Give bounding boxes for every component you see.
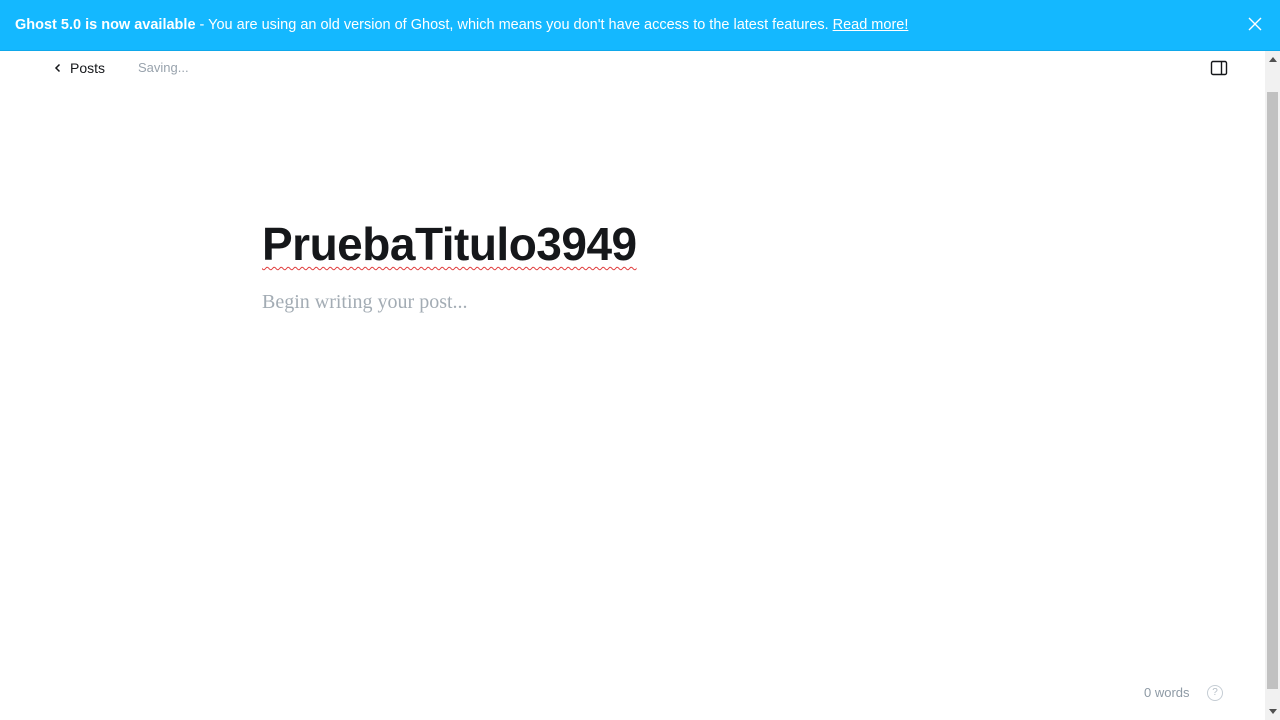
banner-message: - You are using an old version of Ghost,… <box>195 17 829 33</box>
save-status: Saving... <box>138 60 189 75</box>
read-more-link[interactable]: Read more! <box>833 17 909 33</box>
post-title-input[interactable]: PruebaTitulo3949 <box>262 217 637 271</box>
back-label: Posts <box>70 60 106 76</box>
post-body-editor[interactable]: Begin writing your post... <box>262 291 468 314</box>
scrollbar-thumb[interactable] <box>1267 92 1278 689</box>
scroll-up-arrow-icon[interactable] <box>1269 57 1277 62</box>
close-icon[interactable] <box>1248 17 1262 31</box>
help-icon[interactable]: ? <box>1207 685 1223 701</box>
vertical-scrollbar[interactable] <box>1265 51 1280 720</box>
scroll-down-arrow-icon[interactable] <box>1269 709 1277 714</box>
word-count: 0 words <box>1144 685 1190 700</box>
sidebar-toggle-icon[interactable] <box>1210 60 1228 76</box>
update-banner: Ghost 5.0 is now available - You are usi… <box>0 0 1280 51</box>
back-to-posts-button[interactable]: Posts <box>54 59 105 77</box>
banner-headline: Ghost 5.0 is now available <box>15 17 196 33</box>
editor-area: Posts Saving... PruebaTitulo3949 Begin w… <box>0 51 1265 720</box>
chevron-left-icon <box>54 63 61 73</box>
